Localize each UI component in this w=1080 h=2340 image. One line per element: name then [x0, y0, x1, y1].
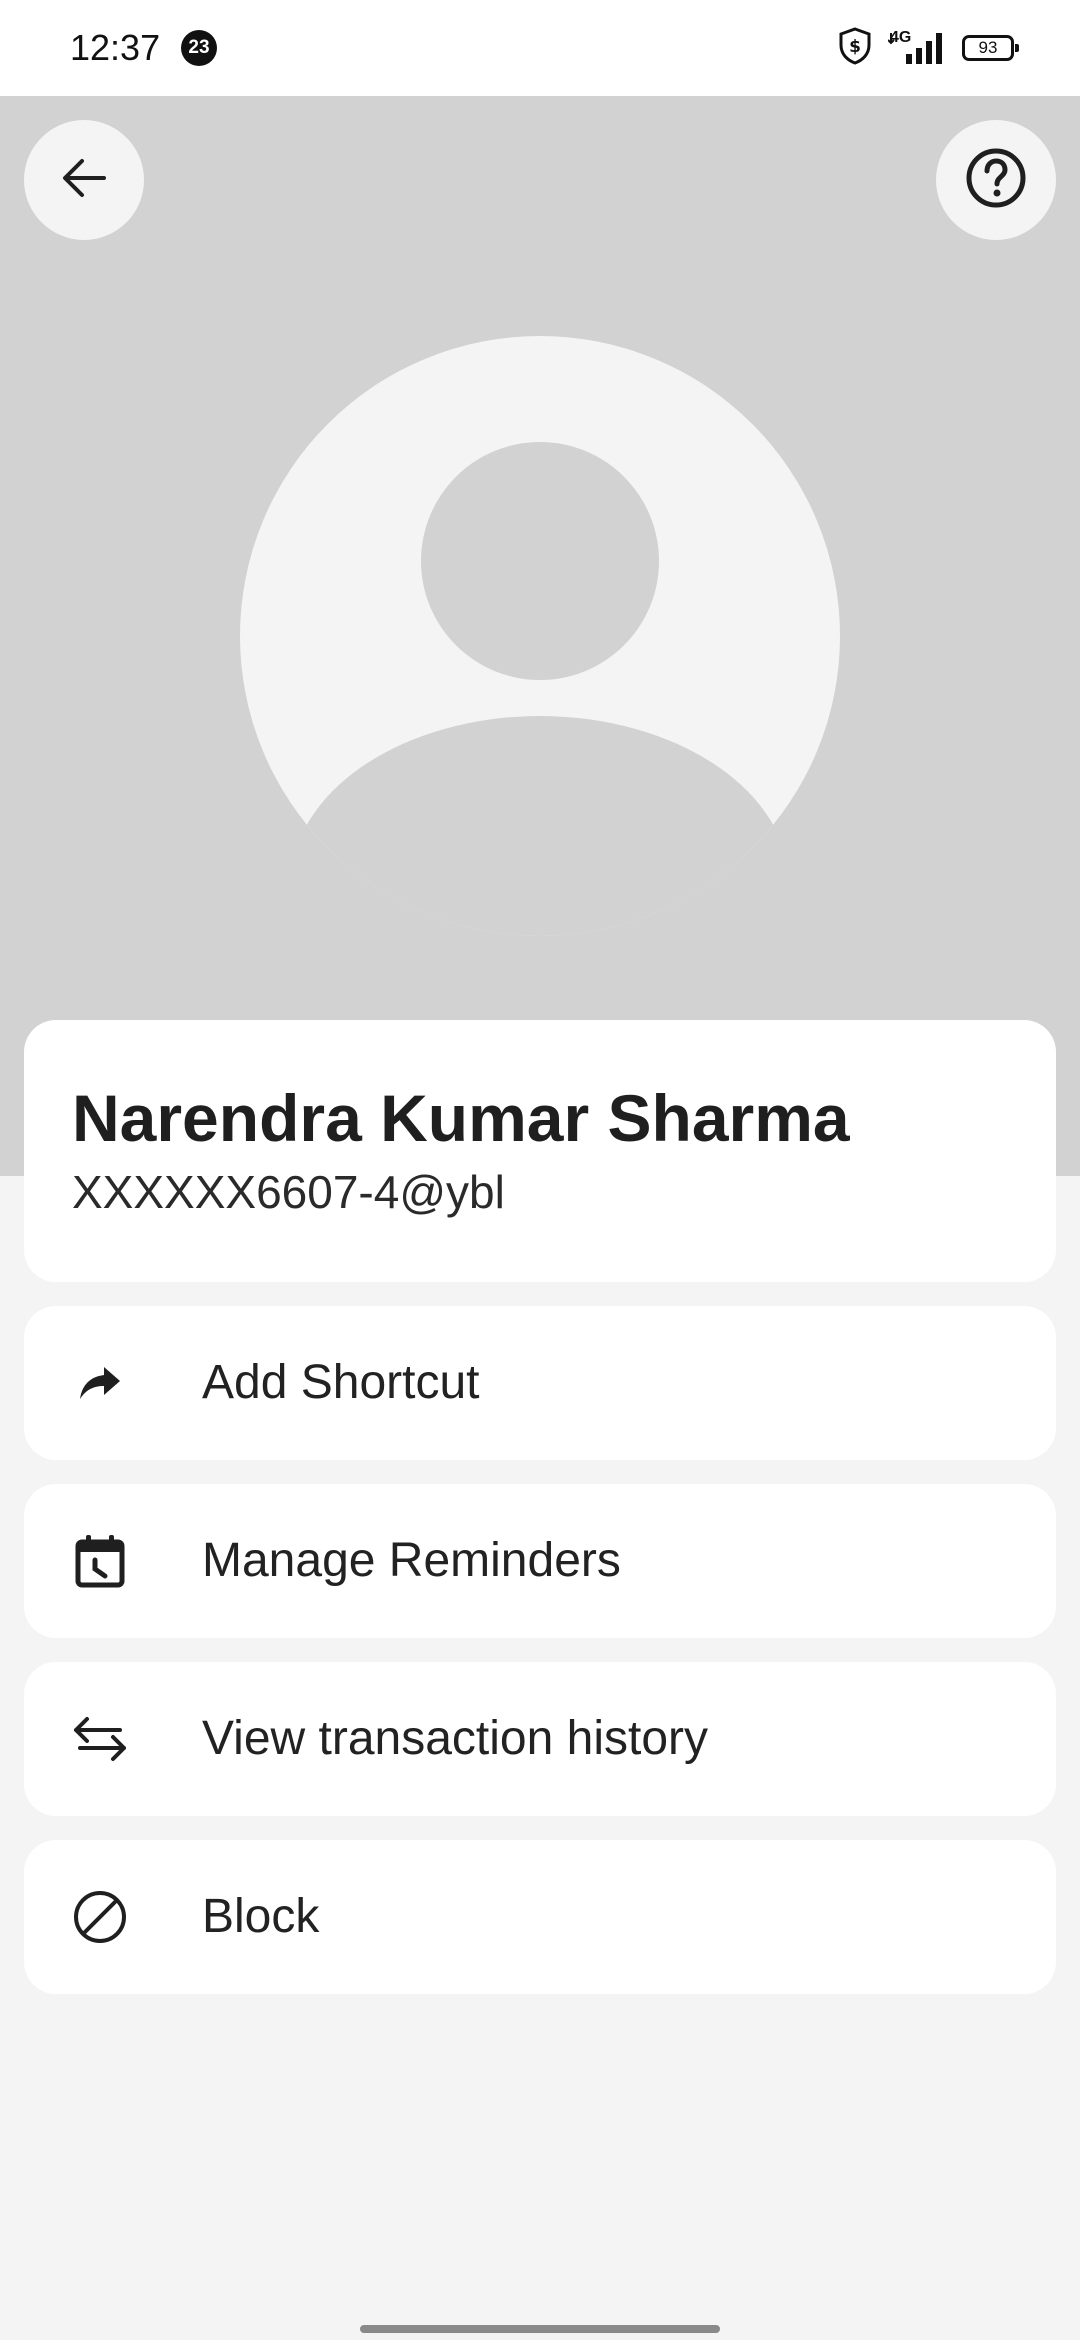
status-icons: $ 4G 93 — [838, 26, 1019, 70]
signal-4g-icon: 4G — [888, 30, 946, 66]
arrow-left-icon — [56, 150, 112, 211]
manage-reminders-button[interactable]: Manage Reminders — [24, 1484, 1056, 1638]
block-icon — [72, 1889, 128, 1945]
svg-text:$: $ — [849, 37, 861, 57]
avatar-body-shape — [290, 716, 790, 936]
battery-icon: 93 — [962, 35, 1019, 61]
status-time: 12:37 — [70, 27, 161, 68]
contact-info-card: Narendra Kumar Sharma XXXXXX6607-4@ybl — [24, 1020, 1056, 1282]
add-shortcut-label: Add Shortcut — [202, 1356, 480, 1409]
block-label: Block — [202, 1890, 320, 1943]
view-transaction-history-label: View transaction history — [202, 1712, 709, 1765]
share-arrow-icon — [72, 1355, 128, 1411]
block-button[interactable]: Block — [24, 1840, 1056, 1994]
back-button[interactable] — [24, 120, 144, 240]
add-shortcut-button[interactable]: Add Shortcut — [24, 1306, 1056, 1460]
question-circle-icon — [964, 146, 1028, 215]
manage-reminders-label: Manage Reminders — [202, 1534, 621, 1587]
contact-avatar — [240, 336, 840, 936]
contact-upi-id: XXXXXX6607-4@ybl — [72, 1166, 505, 1218]
transfer-arrows-icon — [72, 1711, 128, 1767]
contact-header — [0, 96, 1080, 1176]
help-button[interactable] — [936, 120, 1056, 240]
notification-count-badge: 23 — [181, 30, 217, 66]
view-transaction-history-button[interactable]: View transaction history — [24, 1662, 1056, 1816]
avatar-head-shape — [421, 442, 659, 680]
home-indicator[interactable] — [360, 2325, 720, 2333]
contact-name: Narendra Kumar Sharma — [72, 1081, 850, 1155]
calendar-clock-icon — [72, 1533, 128, 1589]
status-bar: 12:37 23 $ 4G 93 — [0, 0, 1080, 96]
security-shield-icon: $ — [838, 26, 872, 70]
network-type-label: 4G — [890, 29, 912, 46]
